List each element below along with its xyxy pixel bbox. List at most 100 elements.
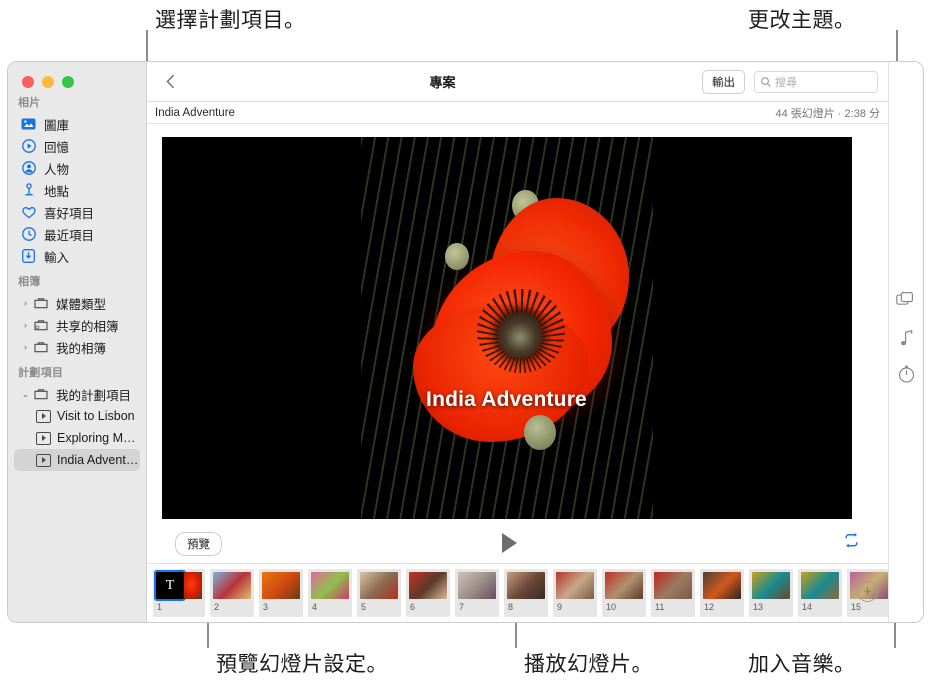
library-icon — [20, 118, 37, 130]
sidebar: 相片 圖庫 回憶 人物 地點 喜好項目 最近項目 輸入 相簿 › 媒體類型 › … — [8, 62, 147, 622]
sidebar-label: 地點 — [44, 184, 70, 199]
project-meta: 44 張幻燈片 · 2:38 分 — [775, 107, 880, 120]
chevron-left-icon — [165, 74, 174, 89]
slide-photo — [360, 136, 653, 519]
chevron-right-icon[interactable]: › — [20, 320, 31, 330]
sidebar-section-projects: 計劃項目 — [18, 367, 64, 379]
slide-thumb-image — [311, 572, 349, 599]
sidebar-label: 回憶 — [44, 140, 70, 155]
sidebar-label: Exploring Mor... — [57, 431, 140, 445]
sidebar-item-library[interactable]: 圖庫 — [14, 113, 140, 135]
slide-number: 9 — [557, 602, 563, 612]
sidebar-label: 輸入 — [44, 250, 70, 265]
slide-thumb-image — [360, 572, 398, 599]
sidebar-label: 我的相簿 — [56, 341, 107, 356]
close-button[interactable] — [22, 75, 34, 88]
search-field[interactable]: 搜尋 — [754, 70, 878, 93]
sidebar-item-media-types[interactable]: › 媒體類型 — [14, 292, 140, 314]
slide-thumb-image — [262, 572, 300, 599]
favorites-icon — [20, 206, 37, 219]
title-slide-letter: T — [165, 577, 175, 593]
add-slide-button[interactable]: + — [857, 581, 878, 602]
sidebar-label: 最近項目 — [44, 228, 95, 243]
slide-thumb-image — [654, 572, 692, 599]
recents-icon — [20, 227, 37, 241]
folder-icon — [32, 388, 49, 400]
sidebar-item-my-albums[interactable]: › 我的相簿 — [14, 336, 140, 358]
folder-icon — [32, 341, 49, 353]
sidebar-item-import[interactable]: 輸入 — [14, 245, 140, 267]
slide-number: 8 — [508, 602, 514, 612]
filmstrip-slide-10[interactable]: 10 — [602, 569, 646, 617]
sidebar-item-memories[interactable]: 回憶 — [14, 135, 140, 157]
slide-thumb-image — [752, 572, 790, 599]
duration-button[interactable] — [898, 365, 915, 388]
sidebar-item-recents[interactable]: 最近項目 — [14, 223, 140, 245]
back-button[interactable] — [157, 74, 183, 89]
maximize-button[interactable] — [62, 75, 74, 88]
sidebar-item-project-india-adventure[interactable]: India Adventure — [14, 449, 140, 471]
sidebar-item-my-projects[interactable]: ⌄ 我的計劃項目 — [14, 383, 140, 405]
filmstrip-slide-5[interactable]: 5 — [357, 569, 401, 617]
filmstrip-slide-12[interactable]: 12 — [700, 569, 744, 617]
slide-thumb-image — [409, 572, 447, 599]
project-name: India Adventure — [155, 106, 235, 119]
sidebar-item-favorites[interactable]: 喜好項目 — [14, 201, 140, 223]
filmstrip-slide-8[interactable]: 8 — [504, 569, 548, 617]
filmstrip-slide-9[interactable]: 9 — [553, 569, 597, 617]
slideshow-icon — [36, 409, 51, 423]
slide-number: 1 — [157, 602, 163, 612]
chevron-down-icon[interactable]: ⌄ — [20, 389, 31, 400]
main-area: 專案 輸出 搜尋 India Adventure 44 張幻燈片 · 2:38 … — [147, 62, 891, 622]
slide-thumb-image: T — [154, 570, 202, 601]
sidebar-label: 我的計劃項目 — [56, 388, 132, 403]
filmstrip-slide-2[interactable]: 2 — [210, 569, 254, 617]
slide-number: 3 — [263, 602, 269, 612]
slide-thumb-image — [556, 572, 594, 599]
slide-title-text: India Adventure — [426, 387, 587, 411]
memories-icon — [20, 139, 37, 153]
filmstrip-slide-13[interactable]: 13 — [749, 569, 793, 617]
slideshow-icon — [36, 431, 51, 445]
chevron-right-icon[interactable]: › — [20, 298, 31, 308]
sidebar-item-project-exploring-morocco[interactable]: Exploring Mor... — [14, 427, 140, 449]
export-button[interactable]: 輸出 — [702, 69, 745, 94]
places-icon — [20, 183, 37, 197]
filmstrip-slide-6[interactable]: 6 — [406, 569, 450, 617]
loop-button[interactable] — [843, 533, 860, 553]
sidebar-item-people[interactable]: 人物 — [14, 157, 140, 179]
screenshot-root: 選擇計劃項目。 更改主題。 預覽幻燈片設定。 播放幻燈片。 加入音樂。 相片 圖… — [0, 0, 931, 684]
search-placeholder: 搜尋 — [775, 76, 797, 89]
title-slide-thumb: T — [154, 570, 186, 601]
filmstrip-slide-14[interactable]: 14 — [798, 569, 842, 617]
sidebar-label: 圖庫 — [44, 118, 70, 133]
folder-icon — [32, 297, 49, 309]
slide-canvas[interactable]: India Adventure — [161, 136, 852, 519]
filmstrip-slide-11[interactable]: 11 — [651, 569, 695, 617]
sidebar-item-shared-albums[interactable]: › 共享的相簿 — [14, 314, 140, 336]
play-button[interactable] — [502, 533, 517, 553]
filmstrip-slide-4[interactable]: 4 — [308, 569, 352, 617]
sidebar-item-project-visit-to-lisbon[interactable]: Visit to Lisbon — [14, 405, 140, 427]
music-button[interactable] — [900, 329, 914, 352]
chevron-right-icon[interactable]: › — [20, 342, 31, 352]
sidebar-label: India Adventure — [57, 453, 140, 467]
slide-thumb-image — [458, 572, 496, 599]
theme-button[interactable] — [896, 291, 916, 312]
preview-button[interactable]: 預覽 — [175, 532, 222, 556]
slide-thumb-image — [213, 572, 251, 599]
filmstrip-slide-3[interactable]: 3 — [259, 569, 303, 617]
slide-number: 13 — [753, 602, 764, 612]
filmstrip[interactable]: T 1 2 3 4 5 6 7 8 9 10 11 12 13 14 15 + — [147, 564, 891, 622]
sidebar-section-albums: 相簿 — [18, 276, 41, 288]
filmstrip-slide-1[interactable]: T1 — [153, 569, 205, 617]
callout-add-music: 加入音樂。 — [748, 652, 856, 676]
filmstrip-slide-7[interactable]: 7 — [455, 569, 499, 617]
slide-thumb-image — [605, 572, 643, 599]
slide-thumb-image — [703, 572, 741, 599]
slide-number: 6 — [410, 602, 416, 612]
sidebar-item-places[interactable]: 地點 — [14, 179, 140, 201]
minimize-button[interactable] — [42, 75, 54, 88]
slide-thumb-photo — [184, 572, 202, 599]
playback-bar: 預覽 — [147, 525, 888, 564]
